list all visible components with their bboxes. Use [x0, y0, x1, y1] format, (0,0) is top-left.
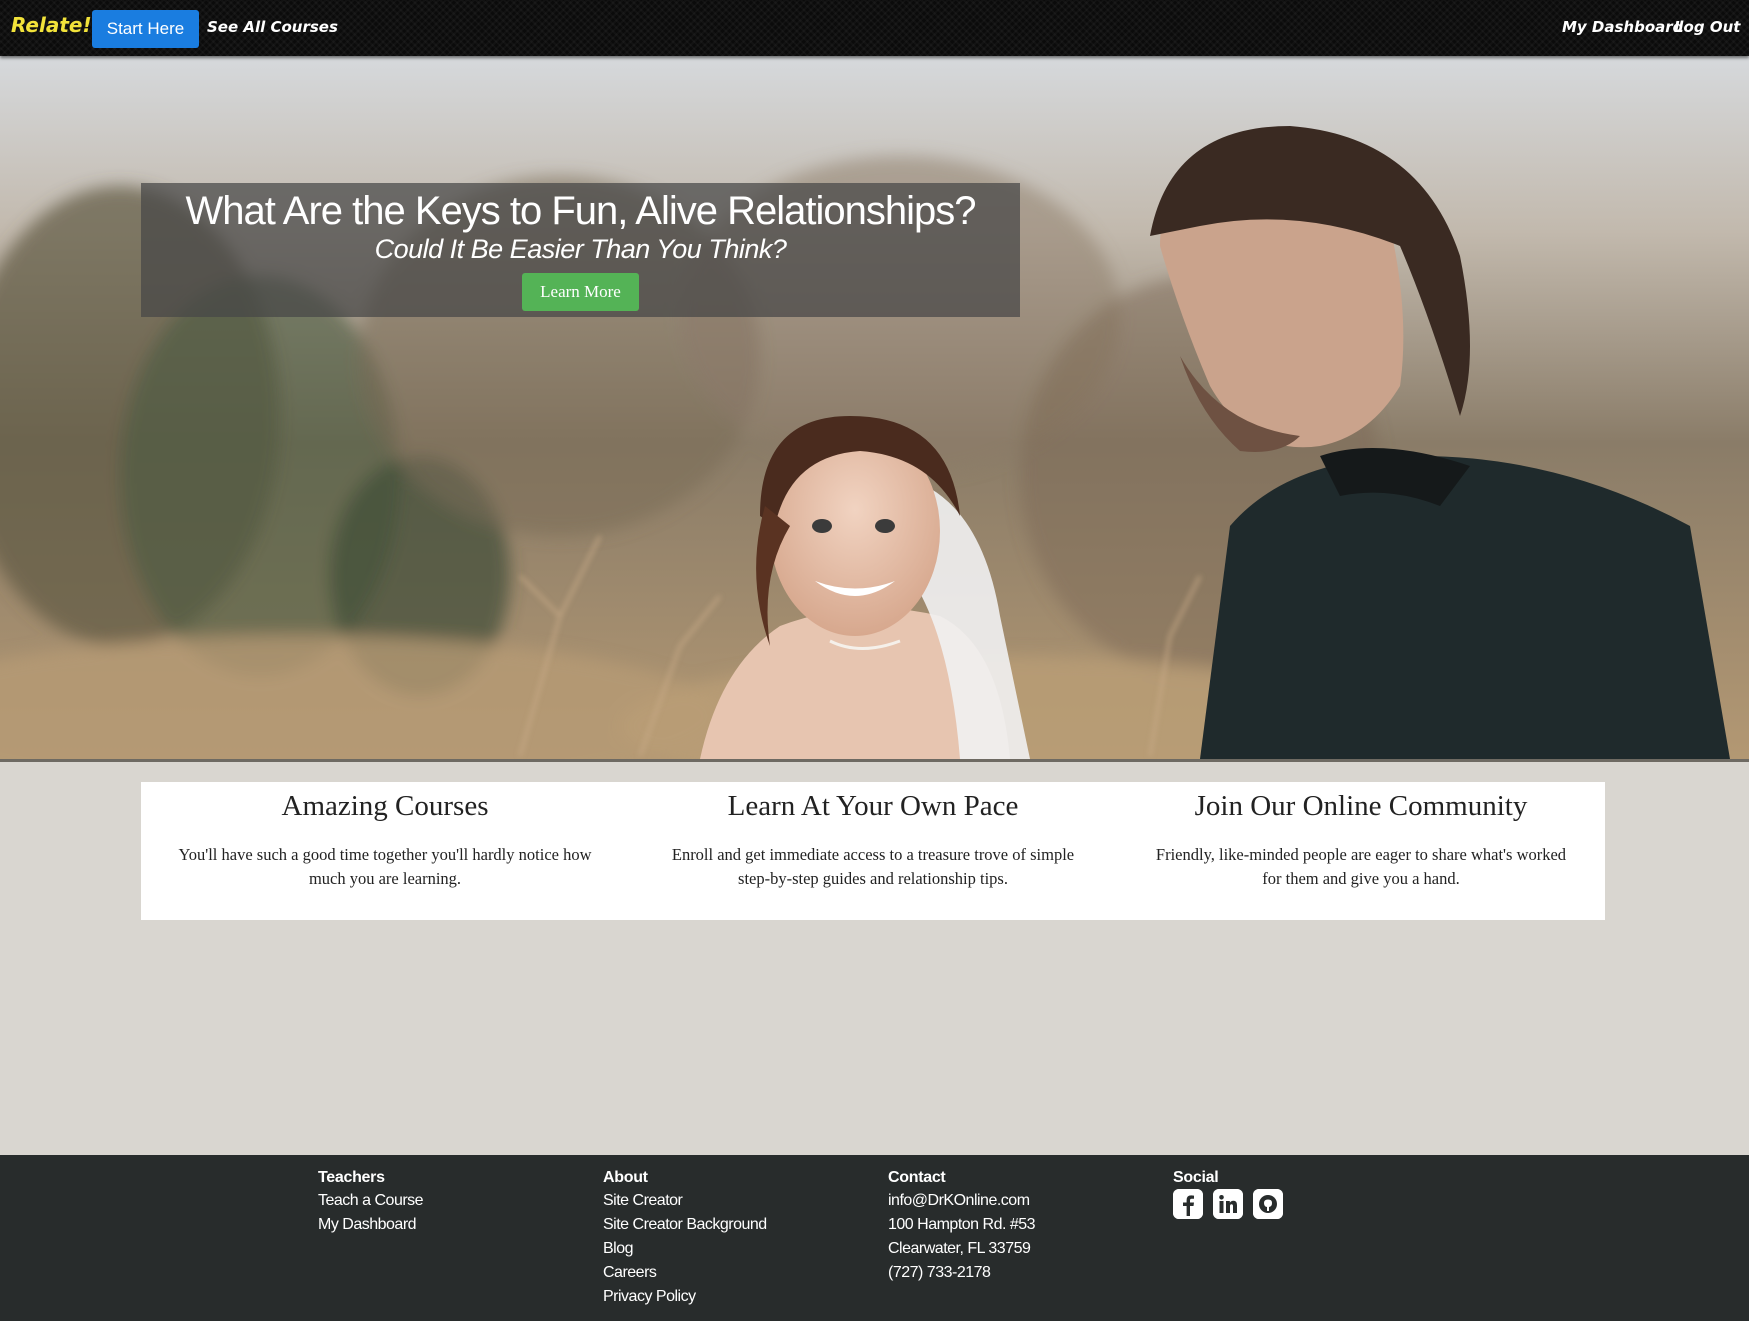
learn-more-button[interactable]: Learn More — [522, 273, 639, 311]
hero-photo — [0, 56, 1749, 759]
footer-social-column: Social — [1173, 1169, 1283, 1219]
see-all-courses-link[interactable]: See All Courses — [207, 18, 338, 36]
feature-community: Join Our Online Community Friendly, like… — [1117, 782, 1605, 920]
brand-logo[interactable]: Relate! — [11, 13, 92, 37]
features-panel: Amazing Courses You'll have such a good … — [141, 782, 1605, 920]
feature-text: Enroll and get immediate access to a tre… — [671, 845, 1075, 888]
github-icon[interactable] — [1253, 1189, 1283, 1219]
footer-teachers-column: Teachers Teach a Course My Dashboard — [318, 1169, 424, 1237]
footer-heading: About — [603, 1169, 648, 1186]
footer-about-column: About Site Creator Site Creator Backgrou… — [603, 1169, 767, 1309]
teach-a-course-link[interactable]: Teach a Course — [318, 1189, 424, 1213]
blog-link[interactable]: Blog — [603, 1237, 767, 1261]
feature-own-pace: Learn At Your Own Pace Enroll and get im… — [629, 782, 1117, 920]
site-creator-background-link[interactable]: Site Creator Background — [603, 1213, 767, 1237]
feature-title: Amazing Courses — [281, 790, 489, 822]
careers-link[interactable]: Careers — [603, 1261, 767, 1285]
hero-section: What Are the Keys to Fun, Alive Relation… — [0, 56, 1749, 762]
footer-heading: Social — [1173, 1169, 1219, 1186]
log-out-link[interactable]: Log Out — [1674, 18, 1740, 36]
feature-amazing-courses: Amazing Courses You'll have such a good … — [141, 782, 629, 920]
linkedin-icon[interactable] — [1213, 1189, 1243, 1219]
privacy-policy-link[interactable]: Privacy Policy — [603, 1285, 767, 1309]
facebook-icon[interactable] — [1173, 1189, 1203, 1219]
my-dashboard-link[interactable]: My Dashboard — [1562, 18, 1683, 36]
start-here-button[interactable]: Start Here — [92, 10, 199, 48]
contact-phone: (727) 733-2178 — [888, 1264, 991, 1281]
hero-callout: What Are the Keys to Fun, Alive Relation… — [141, 183, 1020, 317]
top-navbar: Relate! Start Here See All Courses My Da… — [0, 0, 1749, 56]
footer-my-dashboard-link[interactable]: My Dashboard — [318, 1213, 423, 1237]
feature-text: Friendly, like-minded people are eager t… — [1155, 845, 1567, 888]
contact-address-line1: 100 Hampton Rd. #53 — [888, 1216, 1036, 1233]
site-footer: Teachers Teach a Course My Dashboard Abo… — [0, 1155, 1749, 1321]
feature-title: Join Our Online Community — [1194, 790, 1528, 822]
footer-heading: Teachers — [318, 1169, 385, 1186]
feature-text: You'll have such a good time together yo… — [178, 845, 592, 888]
footer-contact-column: Contact info@DrKOnline.com 100 Hampton R… — [888, 1169, 1036, 1285]
hero-title: What Are the Keys to Fun, Alive Relation… — [185, 189, 977, 233]
contact-address-line2: Clearwater, FL 33759 — [888, 1240, 1031, 1257]
site-creator-link[interactable]: Site Creator — [603, 1189, 767, 1213]
social-icons — [1173, 1189, 1283, 1219]
footer-heading: Contact — [888, 1169, 946, 1186]
feature-title: Learn At Your Own Pace — [727, 790, 1019, 822]
contact-email-link[interactable]: info@DrKOnline.com — [888, 1189, 1035, 1213]
hero-subtitle: Could It Be Easier Than You Think? — [374, 234, 787, 264]
